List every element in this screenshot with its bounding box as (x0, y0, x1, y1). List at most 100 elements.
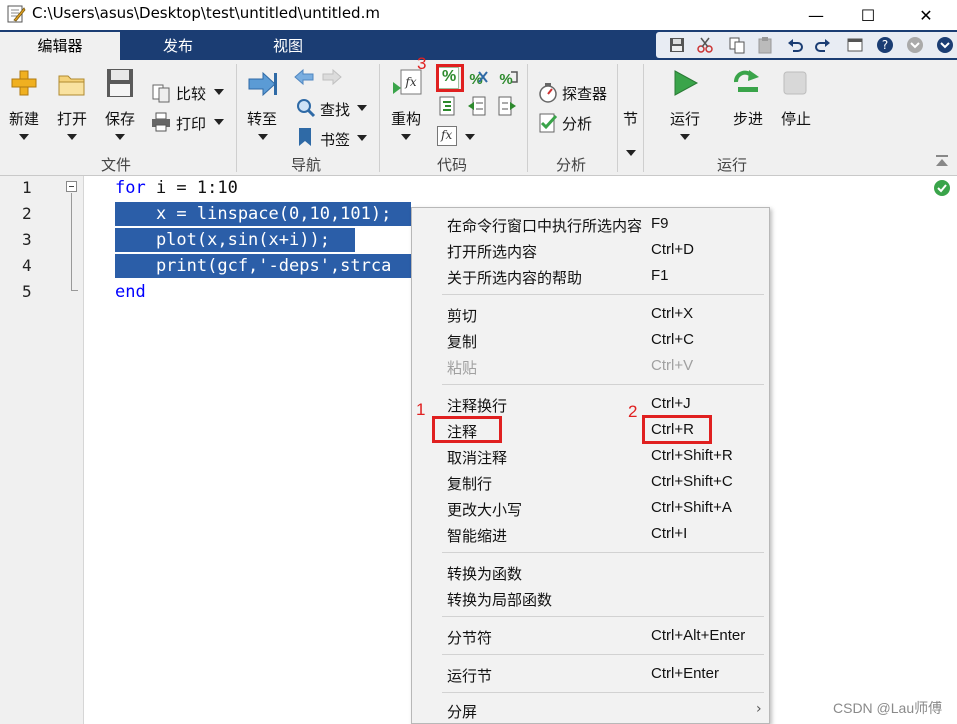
close-button[interactable]: ✕ (903, 0, 949, 30)
collapse-ribbon-icon[interactable] (934, 154, 950, 168)
open-button-label[interactable]: 打开 (57, 108, 87, 129)
close-icon: ✕ (919, 5, 933, 25)
menu-item-duplicate-line[interactable]: 复制行 Ctrl+Shift+C (412, 470, 769, 496)
submenu-arrow-icon: › (756, 701, 762, 717)
editor-app-icon (7, 5, 26, 23)
find-button-label[interactable]: 查找 (320, 99, 350, 120)
menu-item-label: 更改大小写 (447, 501, 523, 519)
tab-publish[interactable]: 发布 (118, 32, 238, 60)
forward-arrow-icon[interactable] (321, 68, 343, 86)
analyze-check-icon[interactable] (537, 112, 559, 134)
redo-icon[interactable] (814, 36, 832, 54)
go-to-dropdown-caret[interactable] (258, 134, 268, 140)
print-button-label[interactable]: 打印 (176, 113, 206, 134)
new-button-label[interactable]: 新建 (9, 108, 39, 129)
bookmark-icon[interactable] (296, 127, 314, 147)
svg-text:%: % (499, 71, 512, 88)
smart-indent-icon[interactable] (437, 96, 457, 116)
menu-item-smart-indent[interactable]: 智能缩进 Ctrl+I (412, 522, 769, 548)
run-button-label[interactable]: 运行 (670, 108, 700, 129)
menu-item-wrap-comments[interactable]: 注释换行 Ctrl+J (412, 392, 769, 418)
print-icon[interactable] (151, 112, 171, 132)
line-number: 3 (22, 230, 32, 249)
find-icon[interactable] (296, 98, 316, 118)
analyze-button-label[interactable]: 分析 (562, 113, 592, 134)
tab-editor[interactable]: 编辑器 (0, 32, 120, 60)
go-to-icon[interactable] (247, 70, 279, 98)
profiler-icon[interactable] (537, 82, 559, 104)
stop-icon[interactable] (782, 70, 808, 96)
open-folder-icon[interactable] (57, 70, 87, 98)
save-file-icon[interactable] (106, 68, 134, 98)
menu-item-evaluate-selection[interactable]: 在命令行窗口中执行所选内容 F9 (412, 212, 769, 238)
help-icon[interactable]: ? (876, 36, 894, 54)
insert-function-button[interactable]: fx (437, 126, 457, 146)
menu-item-help-on-selection[interactable]: 关于所选内容的帮助 F1 (412, 264, 769, 290)
expand-ribbon-icon[interactable] (936, 36, 954, 54)
stop-button-label[interactable]: 停止 (781, 108, 811, 129)
code-fold-toggle[interactable] (66, 181, 77, 192)
profiler-button-label[interactable]: 探查器 (562, 83, 607, 104)
minimize-button[interactable]: — (793, 0, 839, 30)
refactor-button-label[interactable]: 重构 (391, 108, 421, 129)
menu-item-open-selection[interactable]: 打开所选内容 Ctrl+D (412, 238, 769, 264)
maximize-button[interactable]: ☐ (845, 0, 891, 30)
code-line-2-selected: x = linspace(0,10,101); (115, 202, 411, 226)
menu-item-section-break[interactable]: 分节符 Ctrl+Alt+Enter (412, 624, 769, 650)
copy-icon[interactable] (728, 36, 746, 54)
back-arrow-icon[interactable] (293, 68, 315, 86)
step-button-label[interactable]: 步进 (733, 108, 763, 129)
code-ok-check-icon[interactable] (934, 180, 950, 196)
save-icon[interactable] (668, 36, 686, 54)
section-dropdown-caret[interactable] (626, 150, 636, 156)
compare-button-label[interactable]: 比较 (176, 83, 206, 104)
save-dropdown-caret[interactable] (115, 134, 125, 140)
run-dropdown-caret[interactable] (680, 134, 690, 140)
print-dropdown-caret[interactable] (214, 119, 224, 125)
decrease-indent-icon[interactable] (467, 96, 487, 116)
fold-guide-end (71, 290, 78, 291)
menu-item-convert-to-local-function[interactable]: 转换为局部函数 (412, 586, 769, 612)
menu-item-copy[interactable]: 复制 Ctrl+C (412, 328, 769, 354)
bookmark-dropdown-caret[interactable] (357, 135, 367, 141)
go-to-button-label[interactable]: 转至 (247, 108, 277, 129)
find-dropdown-caret[interactable] (357, 105, 367, 111)
compare-dropdown-caret[interactable] (214, 89, 224, 95)
annotation-number-2: 2 (628, 402, 638, 421)
line-number: 1 (22, 178, 32, 197)
increase-indent-icon[interactable] (497, 96, 517, 116)
tab-view[interactable]: 视图 (228, 32, 348, 60)
step-icon[interactable] (732, 68, 764, 98)
menu-item-paste[interactable]: 粘贴 Ctrl+V (412, 354, 769, 380)
compare-icon[interactable] (151, 83, 171, 103)
run-icon[interactable] (670, 68, 700, 98)
keyword-end: end (115, 282, 146, 302)
new-dropdown-caret[interactable] (19, 134, 29, 140)
menu-item-shortcut: Ctrl+D (651, 241, 694, 258)
menu-item-cut[interactable]: 剪切 Ctrl+X (412, 302, 769, 328)
switch-windows-icon[interactable] (846, 36, 864, 54)
new-icon[interactable] (9, 68, 39, 98)
menu-item-uncomment[interactable]: 取消注释 Ctrl+Shift+R (412, 444, 769, 470)
bookmark-button-label[interactable]: 书签 (320, 129, 350, 150)
menu-item-split-screen[interactable]: 分屏 › (412, 698, 769, 724)
analyze-group-label: 分析 (555, 156, 586, 174)
save-button-label[interactable]: 保存 (105, 108, 135, 129)
paste-icon[interactable] (756, 36, 774, 54)
context-menu: 在命令行窗口中执行所选内容 F9 打开所选内容 Ctrl+D 关于所选内容的帮助 F1… (411, 207, 770, 724)
open-dropdown-caret[interactable] (67, 134, 77, 140)
uncomment-icon[interactable]: % (467, 68, 489, 88)
cut-icon[interactable] (696, 36, 714, 54)
menu-item-label: 复制 (447, 333, 478, 351)
menu-item-run-section[interactable]: 运行节 Ctrl+Enter (412, 662, 769, 688)
menu-item-label: 粘贴 (447, 359, 478, 377)
section-button-label[interactable]: 节 (623, 108, 638, 129)
menu-item-change-case[interactable]: 更改大小写 Ctrl+Shift+A (412, 496, 769, 522)
refactor-dropdown-caret[interactable] (401, 134, 411, 140)
insert-dropdown-caret[interactable] (465, 134, 475, 140)
undo-icon[interactable] (786, 36, 804, 54)
options-icon[interactable] (906, 36, 924, 54)
wrap-comments-icon[interactable]: % (497, 68, 519, 88)
menu-item-label: 复制行 (447, 475, 493, 493)
menu-item-convert-to-function[interactable]: 转换为函数 (412, 560, 769, 586)
